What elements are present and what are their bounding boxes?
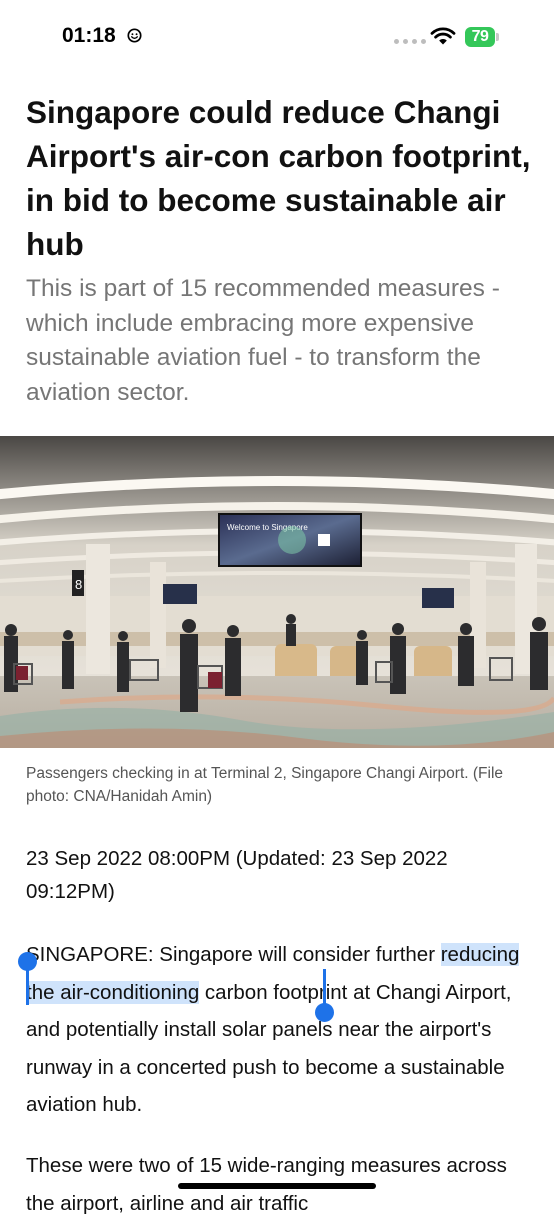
- battery-level: 79: [465, 27, 495, 47]
- signal-dots-icon: [394, 39, 426, 44]
- image-caption: Passengers checking in at Terminal 2, Si…: [26, 765, 504, 805]
- status-bar: 01:18 79: [0, 0, 554, 72]
- counter-sign: 8: [75, 577, 82, 592]
- selection-start-handle[interactable]: [26, 965, 29, 1005]
- battery-icon: 79: [465, 27, 499, 47]
- home-indicator[interactable]: [178, 1183, 376, 1189]
- article-paragraph[interactable]: SINGAPORE: Singapore will consider furth…: [26, 936, 536, 1124]
- paragraph-text: SINGAPORE: Singapore will consider furth…: [26, 943, 441, 966]
- article-subheadline: This is part of 15 recommended measures …: [26, 275, 500, 406]
- wifi-icon: [430, 27, 456, 45]
- article-hero-image[interactable]: 8 Welcome to Singapore: [0, 436, 554, 748]
- smiley-icon: [127, 28, 142, 43]
- selection-end-knob[interactable]: [315, 1003, 334, 1022]
- article-dateline: 23 Sep 2022 08:00PM (Updated: 23 Sep 202…: [26, 847, 448, 903]
- clock: 01:18: [62, 24, 116, 47]
- article-headline: Singapore could reduce Changi Airport's …: [26, 94, 531, 262]
